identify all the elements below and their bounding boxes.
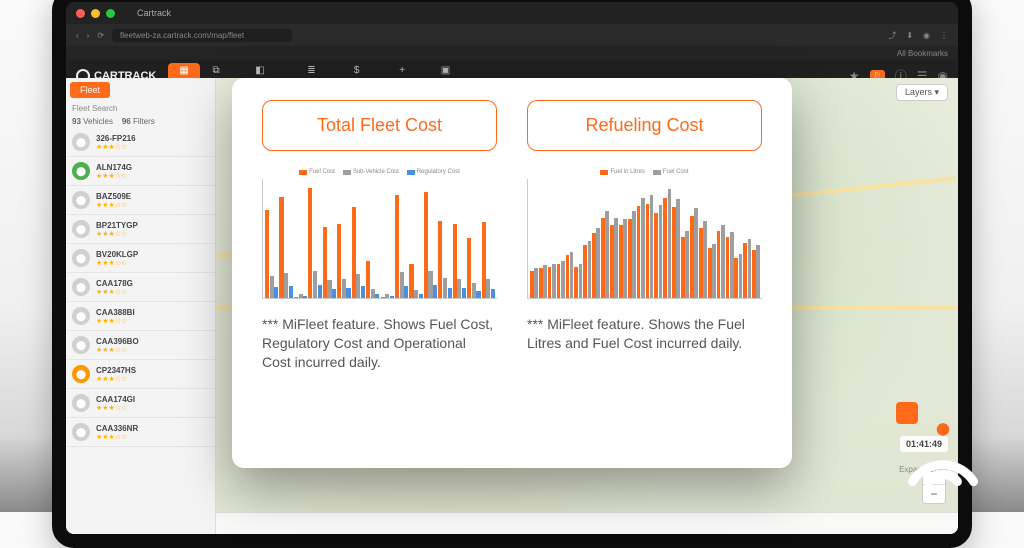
mac-window-controls: Cartrack [66,2,958,24]
plate: BV20KLGP [96,250,138,259]
tab-fleet[interactable]: Fleet [70,82,110,98]
close-icon[interactable] [76,9,85,18]
filter-count: 96 [122,117,131,126]
nav-icon: ⧉ [213,66,220,76]
list-item[interactable]: ⬤ BP21TYGP★★★☆☆ [66,215,215,244]
sidebar: Fleet Fleet Search 93 Vehicles 96 Filter… [66,78,216,534]
bookmarks-label[interactable]: All Bookmarks [897,49,948,58]
status-icon: ⬤ [72,249,90,267]
browser-url-bar: ‹ › ⟳ fleetweb-za.cartrack.com/map/fleet… [66,24,958,46]
refueling-cost-chart: Fuel in Litres Fuel Cost [527,169,762,299]
list-item[interactable]: ⬤ 326-FP216★★★☆☆ [66,128,215,157]
url-input[interactable]: fleetweb-za.cartrack.com/map/fleet [112,29,292,42]
list-item[interactable]: ⬤ ALN174G★★★☆☆ [66,157,215,186]
nav-icon: + [399,66,405,76]
plate: 326-FP216 [96,134,136,143]
total-fleet-cost-title: Total Fleet Cost [262,100,497,151]
layers-button[interactable]: Layers ▾ [896,84,948,101]
nav-icon: ▣ [441,66,450,76]
rating-icon: ★★★☆☆ [96,433,138,441]
left-chart-legend: Fuel Cost Sub-Vehicle Cost Regulatory Co… [262,169,497,175]
modal-card: Total Fleet Cost Fuel Cost Sub-Vehicle C… [232,78,792,468]
reload-icon[interactable]: ⟳ [97,31,104,40]
watermark-logo-icon [898,406,988,496]
list-item[interactable]: ⬤ BV20KLGP★★★☆☆ [66,244,215,273]
nav-back-icon[interactable]: ‹ [76,31,79,40]
plate: CAA396BO [96,337,139,346]
status-icon: ⬤ [72,278,90,296]
right-chart-legend: Fuel in Litres Fuel Cost [527,169,762,175]
bottom-chart-panel[interactable] [216,512,958,534]
left-description: *** MiFleet feature. Shows Fuel Cost, Re… [262,315,497,372]
list-item[interactable]: ⬤ CAA174GI★★★☆☆ [66,389,215,418]
plate: BP21TYGP [96,221,138,230]
vehicle-count-label: Vehicles [83,117,113,126]
plate: BAZ509E [96,192,131,201]
nav-icon: ◧ [255,66,264,76]
rating-icon: ★★★☆☆ [96,201,131,209]
minimize-icon[interactable] [91,9,100,18]
status-icon: ⬤ [72,394,90,412]
status-icon: ⬤ [72,133,90,151]
modal-left-column: Total Fleet Cost Fuel Cost Sub-Vehicle C… [262,100,497,446]
download-icon[interactable]: ⬇ [906,31,913,40]
status-icon: ⬤ [72,191,90,209]
modal-right-column: Refueling Cost Fuel in Litres Fuel Cost … [527,100,762,446]
share-icon[interactable]: ⤴ [888,30,896,41]
rating-icon: ★★★☆☆ [96,288,133,296]
plate: CP2347HS [96,366,136,375]
list-item[interactable]: ⬤ BAZ509E★★★☆☆ [66,186,215,215]
right-description: *** MiFleet feature. Shows the Fuel Litr… [527,315,762,353]
rating-icon: ★★★☆☆ [96,259,138,267]
sidebar-search-label: Fleet Search [72,104,117,113]
status-icon: ⬤ [72,365,90,383]
status-icon: ⬤ [72,162,90,180]
vehicle-count: 93 [72,117,81,126]
nav-icon: ≣ [307,66,315,76]
status-icon: ⬤ [72,307,90,325]
maximize-icon[interactable] [106,9,115,18]
rating-icon: ★★★☆☆ [96,172,132,180]
status-icon: ⬤ [72,220,90,238]
profile-icon[interactable]: ◉ [923,31,930,40]
nav-icon: $ [354,66,360,76]
rating-icon: ★★★☆☆ [96,230,138,238]
status-icon: ⬤ [72,336,90,354]
rating-icon: ★★★☆☆ [96,375,136,383]
nav-forward-icon[interactable]: › [87,31,90,40]
plate: CAA178G [96,279,133,288]
total-fleet-cost-chart: Fuel Cost Sub-Vehicle Cost Regulatory Co… [262,169,497,299]
menu-icon[interactable]: ⋮ [940,31,948,40]
plate: CAA388BI [96,308,135,317]
plate: ALN174G [96,163,132,172]
plate: CAA336NR [96,424,138,433]
list-item[interactable]: ⬤ CAA388BI★★★☆☆ [66,302,215,331]
list-item[interactable]: ⬤ CAA178G★★★☆☆ [66,273,215,302]
rating-icon: ★★★☆☆ [96,404,135,412]
filter-count-label: Filters [133,117,155,126]
status-icon: ⬤ [72,423,90,441]
browser-tab-title[interactable]: Cartrack [137,8,171,18]
list-item[interactable]: ⬤ CAA396BO★★★☆☆ [66,331,215,360]
plate: CAA174GI [96,395,135,404]
rating-icon: ★★★☆☆ [96,143,136,151]
list-item[interactable]: ⬤ CP2347HS★★★☆☆ [66,360,215,389]
rating-icon: ★★★☆☆ [96,317,135,325]
list-item[interactable]: ⬤ CAA336NR★★★☆☆ [66,418,215,447]
rating-icon: ★★★☆☆ [96,346,139,354]
nav-icon: ▦ [179,66,188,76]
refueling-cost-title: Refueling Cost [527,100,762,151]
